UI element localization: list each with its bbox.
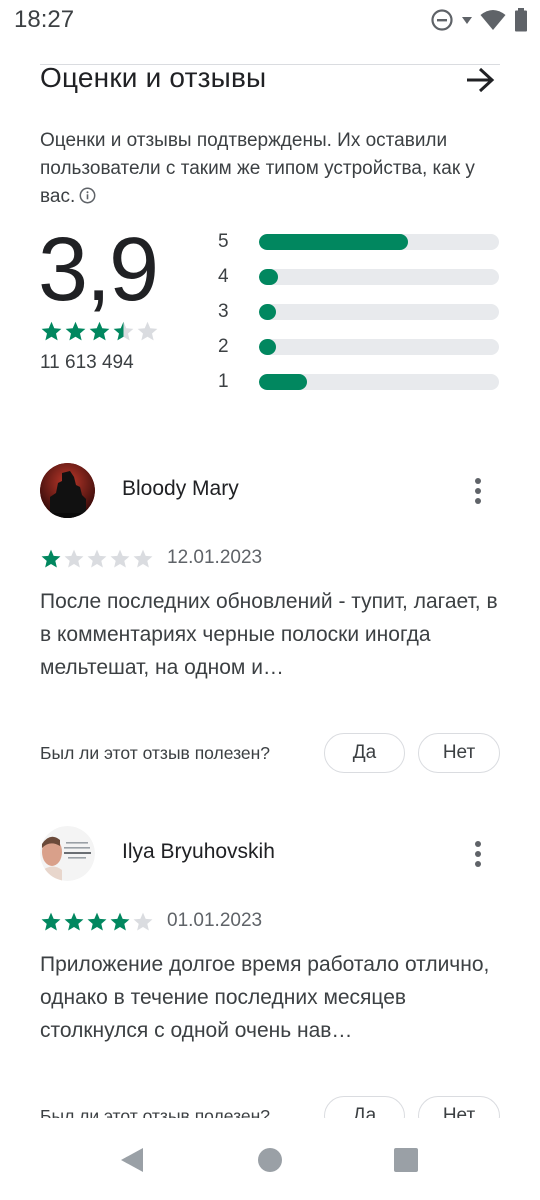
rating-bar-label: 4 bbox=[218, 265, 229, 287]
star-empty-icon bbox=[110, 549, 130, 568]
summary-stars bbox=[40, 320, 159, 343]
home-button[interactable] bbox=[256, 1146, 284, 1174]
avatar bbox=[40, 826, 95, 881]
review-text[interactable]: После последних обновлений - тупит, лага… bbox=[40, 585, 500, 684]
review-card: Ilya Bryuhovskih 01.01.2023 Приложение д… bbox=[40, 826, 500, 1136]
verified-text-label: Оценки и отзывы подтверждены. Их оставил… bbox=[40, 130, 475, 207]
helpful-yes-button[interactable]: Да bbox=[324, 733, 405, 773]
status-bar: 18:27 bbox=[0, 0, 540, 40]
rating-bar-row: 3 bbox=[218, 294, 500, 329]
rating-bar-fill bbox=[259, 373, 307, 390]
rating-bar-track bbox=[259, 338, 499, 355]
reviewer-name: Ilya Bryuhovskih bbox=[122, 840, 275, 863]
star-empty-icon bbox=[64, 549, 84, 568]
arrow-right-icon bbox=[467, 67, 495, 93]
average-rating: 3,9 bbox=[38, 220, 159, 320]
helpful-row: Был ли этот отзыв полезен? Да Нет bbox=[40, 733, 500, 773]
helpful-question: Был ли этот отзыв полезен? bbox=[40, 743, 271, 763]
rating-bar-label: 1 bbox=[218, 370, 229, 392]
rating-count: 11 613 494 bbox=[40, 352, 134, 373]
review-card: Bloody Mary 12.01.2023 После последних о… bbox=[40, 463, 500, 783]
more-options-button[interactable] bbox=[466, 473, 490, 509]
wifi-icon bbox=[480, 10, 506, 30]
rating-bar-fill bbox=[259, 233, 408, 250]
star-empty-icon bbox=[133, 912, 153, 931]
star-empty-icon bbox=[87, 549, 107, 568]
rating-bar-fill bbox=[259, 338, 276, 355]
rating-bar-fill bbox=[259, 268, 279, 285]
battery-icon bbox=[515, 8, 527, 32]
star-empty-icon bbox=[133, 549, 153, 568]
review-stars bbox=[40, 548, 154, 570]
star-filled-icon bbox=[41, 912, 61, 931]
verified-text: Оценки и отзывы подтверждены. Их оставил… bbox=[40, 127, 480, 211]
star-half-icon bbox=[113, 321, 134, 341]
more-options-button[interactable] bbox=[466, 836, 490, 872]
review-date: 01.01.2023 bbox=[167, 910, 263, 931]
home-icon bbox=[258, 1148, 282, 1172]
star-filled-icon bbox=[41, 549, 61, 568]
info-icon[interactable] bbox=[79, 187, 96, 204]
rating-bar-row: 1 bbox=[218, 364, 500, 399]
more-vert-dot bbox=[475, 851, 481, 857]
back-button[interactable] bbox=[118, 1146, 146, 1174]
star-filled-icon bbox=[87, 912, 107, 931]
star-filled-icon bbox=[65, 321, 86, 341]
do-not-disturb-icon bbox=[431, 9, 453, 31]
more-vert-dot bbox=[475, 498, 481, 504]
star-filled-icon bbox=[89, 321, 110, 341]
recents-icon bbox=[394, 1148, 418, 1172]
reviewer-name: Bloody Mary bbox=[122, 477, 239, 500]
status-icons bbox=[430, 6, 528, 34]
rating-bar-track bbox=[259, 373, 499, 390]
star-filled-icon bbox=[64, 912, 84, 931]
helpful-no-button[interactable]: Нет bbox=[418, 733, 500, 773]
signal-icon bbox=[462, 17, 472, 24]
more-vert-icon bbox=[475, 841, 481, 847]
rating-bar-label: 2 bbox=[218, 335, 229, 357]
see-all-reviews-button[interactable] bbox=[460, 62, 500, 98]
back-icon bbox=[121, 1148, 143, 1172]
review-date: 12.01.2023 bbox=[167, 547, 263, 568]
rating-distribution: 5 4 3 2 1 bbox=[218, 224, 500, 399]
rating-bar-row: 2 bbox=[218, 329, 500, 364]
rating-bar-label: 3 bbox=[218, 300, 229, 322]
more-vert-dot bbox=[475, 861, 481, 867]
avatar bbox=[40, 463, 95, 518]
rating-bar-track bbox=[259, 268, 499, 285]
rating-bar-label: 5 bbox=[218, 230, 229, 252]
rating-bar-row: 4 bbox=[218, 259, 500, 294]
star-filled-icon bbox=[110, 912, 130, 931]
rating-bar-track bbox=[259, 233, 499, 250]
review-text[interactable]: Приложение долгое время работало отлично… bbox=[40, 948, 500, 1047]
review-stars bbox=[40, 911, 154, 933]
rating-bar-fill bbox=[259, 303, 276, 320]
system-nav-bar bbox=[0, 1118, 540, 1200]
star-empty-icon bbox=[137, 321, 158, 341]
rating-bar-track bbox=[259, 303, 499, 320]
status-time: 18:27 bbox=[14, 6, 75, 33]
rating-bar-row: 5 bbox=[218, 224, 500, 259]
more-vert-dot bbox=[475, 488, 481, 494]
section-title: Оценки и отзывы bbox=[40, 62, 267, 93]
star-filled-icon bbox=[41, 321, 62, 341]
more-vert-icon bbox=[475, 478, 481, 484]
recents-button[interactable] bbox=[392, 1146, 420, 1174]
